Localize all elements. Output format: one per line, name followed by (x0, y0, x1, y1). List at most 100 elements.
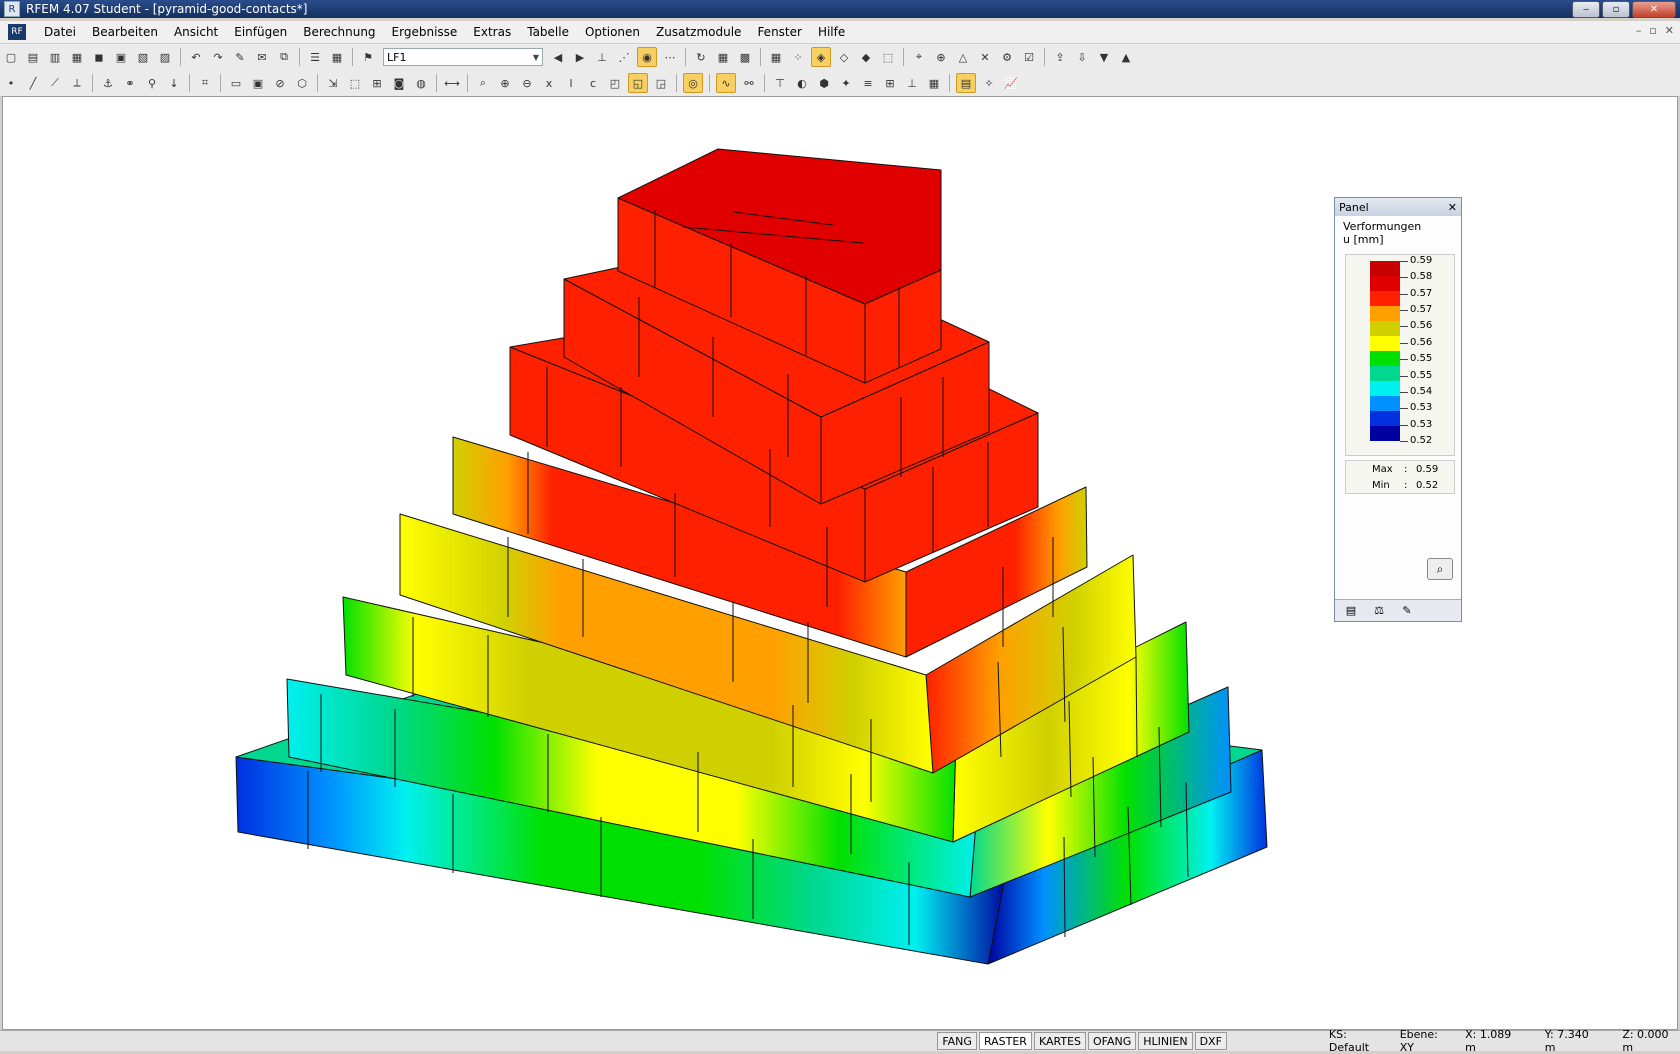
section-icon[interactable]: ⊤ (771, 74, 789, 92)
pdf-icon[interactable]: ▼ (1095, 48, 1113, 66)
copy-model-icon[interactable]: ▦ (68, 48, 86, 66)
line-style-icon[interactable]: ≡ (859, 74, 877, 92)
snap-icon[interactable]: ⌖ (910, 48, 928, 66)
menu-ansicht[interactable]: Ansicht (166, 25, 226, 39)
surface-icon[interactable]: ▭ (227, 74, 245, 92)
render-icon[interactable]: ◍ (412, 74, 430, 92)
menu-einfuegen[interactable]: Einfügen (226, 25, 295, 39)
zoom-out-icon[interactable]: ⊖ (518, 74, 536, 92)
select-all-icon[interactable]: ⊞ (368, 74, 386, 92)
support-display-icon[interactable]: ⊥ (903, 74, 921, 92)
chart-icon[interactable]: 📈 (1002, 74, 1020, 92)
panel-toggle-icon[interactable]: ▤ (956, 73, 976, 93)
next-icon[interactable]: ▶ (571, 48, 589, 66)
menu-datei[interactable]: Datei (36, 25, 84, 39)
values-icon[interactable]: ⋯ (661, 48, 679, 66)
isobox-icon[interactable]: ⬢ (815, 74, 833, 92)
menu-tabelle[interactable]: Tabelle (519, 25, 577, 39)
opening-icon[interactable]: ⊘ (271, 74, 289, 92)
export-icon[interactable]: ⇪ (1051, 48, 1069, 66)
ofang-button[interactable]: OFANG (1088, 1032, 1137, 1050)
check-icon[interactable]: ☑ (1020, 48, 1038, 66)
select-icon[interactable]: ⇲ (324, 74, 342, 92)
minimize-button[interactable]: ‒ (1572, 1, 1600, 18)
select-window-icon[interactable]: ⬚ (346, 74, 364, 92)
grid-icon[interactable]: ▦ (767, 48, 785, 66)
node-icon[interactable]: • (2, 74, 20, 92)
edit-icon[interactable]: ✎ (231, 48, 249, 66)
maximize-button[interactable]: ▫ (1602, 1, 1630, 18)
import-icon[interactable]: ⇩ (1073, 48, 1091, 66)
release-icon[interactable]: ⚲ (143, 74, 161, 92)
menu-zusatzmodule[interactable]: Zusatzmodule (648, 25, 749, 39)
balance-tab-icon[interactable]: ⚖ (1371, 603, 1387, 619)
kartes-button[interactable]: KARTES (1033, 1032, 1087, 1050)
loadcase-select[interactable]: LF1 ▼ (383, 48, 543, 66)
menu-hilfe[interactable]: Hilfe (810, 25, 853, 39)
warning-icon[interactable]: △ (954, 48, 972, 66)
hlinien-button[interactable]: HLINIEN (1138, 1032, 1193, 1050)
measure-icon[interactable]: ⟷ (443, 74, 461, 92)
table-icon[interactable]: ☰ (306, 48, 324, 66)
fang-button[interactable]: FANG (937, 1032, 977, 1050)
panel-zoom-button[interactable]: ⌕ (1427, 558, 1453, 580)
view-top-icon[interactable]: ⬚ (879, 48, 897, 66)
new-file-icon[interactable]: ▢ (2, 48, 20, 66)
view-y-icon[interactable]: ⅼ (562, 74, 580, 92)
results-on-icon[interactable]: ◉ (637, 47, 657, 67)
grid-dots-icon[interactable]: ⁘ (789, 48, 807, 66)
settings-icon[interactable]: ✧ (980, 74, 998, 92)
print-preview-icon[interactable]: ▨ (156, 48, 174, 66)
deformation-icon[interactable]: ∿ (716, 73, 736, 93)
display-mode-icon[interactable]: ◎ (683, 73, 703, 93)
spreadsheet-icon[interactable]: ▦ (328, 48, 346, 66)
polyline-icon[interactable]: ⟋ (46, 74, 64, 92)
comment-icon[interactable]: ✉ (253, 48, 271, 66)
view-3d-icon[interactable]: ◰ (606, 74, 624, 92)
zoom-icon[interactable]: ⌕ (474, 74, 492, 92)
light-icon[interactable]: ✦ (837, 74, 855, 92)
print-graphic-icon[interactable]: ▧ (134, 48, 152, 66)
wrench-icon[interactable]: ⚙ (998, 48, 1016, 66)
document-icon[interactable]: RF (8, 24, 26, 40)
menu-berechnung[interactable]: Berechnung (295, 25, 383, 39)
save-icon[interactable]: ◼ (90, 48, 108, 66)
member-icon[interactable]: ⟂ (68, 74, 86, 92)
color-scale-tab-icon[interactable]: ▤ (1343, 603, 1359, 619)
undo-icon[interactable]: ↶ (187, 48, 205, 66)
color-legend[interactable]: 0.59 0.58 0.57 0.57 0.56 0.56 0.55 0.55 0.54 0.53… (1345, 254, 1455, 456)
close-button[interactable]: ✕ (1632, 1, 1676, 18)
axes-icon[interactable]: ⊥ (593, 48, 611, 66)
menu-fenster[interactable]: Fenster (749, 25, 810, 39)
raster-button[interactable]: RASTER (978, 1032, 1032, 1050)
shading-icon[interactable]: ◐ (793, 74, 811, 92)
open-folder-icon[interactable]: ▤ (24, 48, 42, 66)
delete-icon[interactable]: ✕ (976, 48, 994, 66)
layout-icon[interactable]: ⊞ (881, 74, 899, 92)
animation-icon[interactable]: ↻ (692, 48, 710, 66)
menu-optionen[interactable]: Optionen (577, 25, 648, 39)
view-z-icon[interactable]: ⅽ (584, 74, 602, 92)
report-icon[interactable]: ▲ (1117, 48, 1135, 66)
line-icon[interactable]: ╱ (24, 74, 42, 92)
redo-icon[interactable]: ↷ (209, 48, 227, 66)
mesh-icon[interactable]: ▩ (736, 48, 754, 66)
panel-close-icon[interactable]: ✕ (1448, 201, 1457, 214)
target-icon[interactable]: ⊕ (932, 48, 950, 66)
loadcase-icon[interactable]: ⚑ (359, 48, 377, 66)
open-model-icon[interactable]: ▥ (46, 48, 64, 66)
camera-icon[interactable]: ◙ (390, 74, 408, 92)
mdi-restore-button[interactable]: ▫ (1649, 24, 1656, 37)
menu-extras[interactable]: Extras (465, 25, 519, 39)
view-wire-icon[interactable]: ◲ (652, 74, 670, 92)
previous-icon[interactable]: ◀ (549, 48, 567, 66)
dimension-icon[interactable]: ⌗ (196, 74, 214, 92)
menu-bearbeiten[interactable]: Bearbeiten (84, 25, 166, 39)
calc-icon[interactable]: ▦ (714, 48, 732, 66)
mdi-minimize-button[interactable]: – (1636, 24, 1642, 37)
filter-tab-icon[interactable]: ✎ (1399, 603, 1415, 619)
menu-ergebnisse[interactable]: Ergebnisse (384, 25, 466, 39)
copy-icon[interactable]: ⧉ (275, 48, 293, 66)
support-icon[interactable]: ⚓ (99, 74, 117, 92)
view-solid-icon[interactable]: ◱ (628, 73, 648, 93)
